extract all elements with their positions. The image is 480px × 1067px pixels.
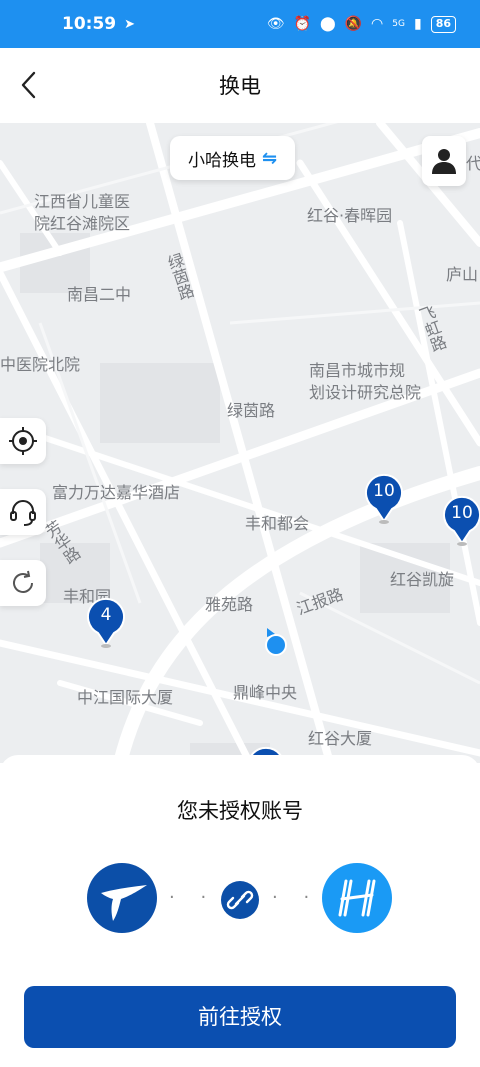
map-label-nanchang2: 南昌二中 — [67, 285, 132, 304]
mute-icon: 🔕 — [344, 16, 363, 32]
map-label-zhongyi: 中医院北院 — [0, 355, 81, 374]
battery-indicator: 86 — [430, 15, 456, 33]
location-send-icon: ➤ — [124, 16, 136, 32]
swap-icon: ⇋ — [262, 147, 278, 169]
brand-chip-label: 小哈换电 — [188, 150, 256, 171]
refresh-button[interactable] — [0, 560, 46, 606]
status-bar: 10:59 ➤ 👁 ⏰ ⬤ 🔕 ◠ 5G ▮ 86 — [0, 0, 480, 48]
link-icon-circle — [221, 881, 259, 919]
pin-count: 10 — [373, 481, 395, 501]
refresh-icon — [13, 570, 33, 593]
map-label-fenghe: 丰和都会 — [245, 514, 310, 533]
map-label-zhongjiang: 中江国际大厦 — [77, 688, 174, 707]
h-logo-icon — [338, 879, 376, 917]
authorize-button[interactable]: 前往授权 — [24, 986, 456, 1048]
sheet-title: 您未授权账号 — [177, 799, 303, 823]
nav-bar: 换电 — [0, 48, 480, 123]
location-icon: ⬤ — [319, 16, 336, 32]
map-label-planning: 南昌市城市规 划设计研究总院 — [309, 361, 422, 402]
map-label-lvyin-road: 绿茵路 — [227, 401, 276, 420]
current-location-icon — [265, 628, 287, 656]
locate-button[interactable] — [0, 418, 46, 464]
map-label-hongshu: 红谷凯旋 — [390, 570, 455, 589]
map-label-hospital: 江西省儿童医 院红谷滩院区 — [34, 192, 131, 233]
station-pin[interactable]: 10 — [442, 495, 480, 547]
link-icon — [226, 890, 254, 910]
haro-logo — [322, 863, 392, 933]
map-label-chunhui: 红谷·春晖园 — [307, 206, 393, 225]
airline-logo — [87, 863, 157, 933]
map-label-hongu-dasha: 红谷大厦 — [308, 729, 373, 748]
map-label-dai: 代 — [466, 154, 480, 173]
bird-logo-icon — [101, 885, 147, 921]
headset-icon — [10, 500, 36, 526]
customer-service-button[interactable] — [0, 489, 46, 535]
map-label-wanda: 富力万达嘉华酒店 — [52, 483, 181, 502]
wifi-icon: ◠ — [371, 16, 384, 32]
map-label-lushan: 庐山 — [446, 265, 479, 284]
brand-switch-chip[interactable]: 小哈换电 ⇋ — [170, 136, 296, 180]
station-pin[interactable]: 4 — [86, 597, 126, 649]
authorization-sheet: 您未授权账号 · · · · · · 前往授权 — [0, 755, 480, 1067]
pin-count: 4 — [100, 605, 112, 625]
status-time: 10:59 — [62, 14, 117, 34]
map-label-dingfeng: 鼎峰中央 — [233, 683, 298, 702]
network-label: 5G — [392, 19, 405, 29]
page-title: 换电 — [219, 74, 261, 98]
user-profile-button[interactable] — [422, 136, 466, 186]
user-icon — [432, 149, 456, 174]
status-icons: 👁 ⏰ ⬤ 🔕 ◠ 5G ▮ 86 — [266, 15, 456, 33]
eye-icon: 👁 — [266, 16, 285, 32]
map-label-yayuan-road: 雅苑路 — [205, 595, 254, 614]
alarm-icon: ⏰ — [293, 16, 311, 32]
map-view[interactable]: 江西省儿童医 院红谷滩院区 红谷·春晖园 绿茵路 南昌二中 庐山 飞虹路 中医院… — [0, 123, 480, 763]
crosshair-icon — [9, 427, 37, 455]
station-pin[interactable]: 10 — [364, 473, 404, 525]
pin-count: 10 — [451, 503, 473, 523]
signal-icon: ▮ — [413, 16, 422, 32]
